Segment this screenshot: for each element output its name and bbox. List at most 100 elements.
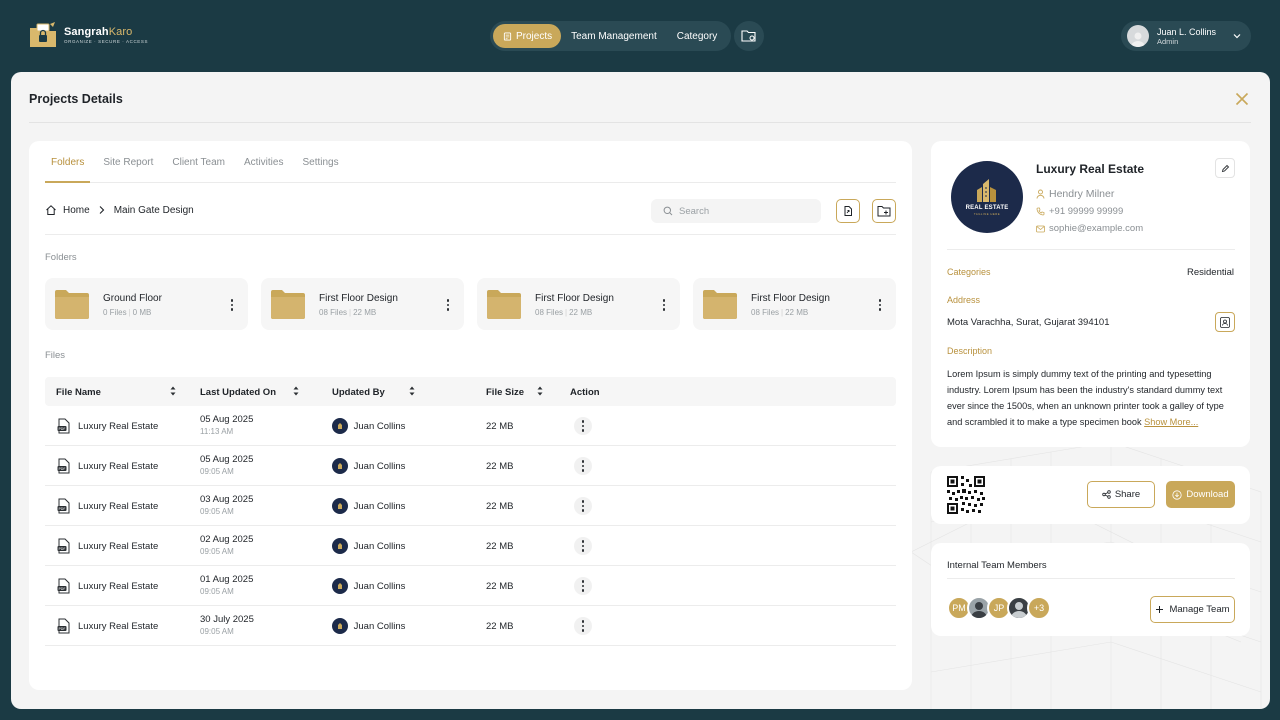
building-icon	[338, 463, 342, 469]
table-row[interactable]: PDF Luxury Real Estate 01 Aug 2025 09:05 …	[45, 566, 896, 606]
table-row[interactable]: PDF Luxury Real Estate 05 Aug 2025 09:05 …	[45, 446, 896, 486]
folder-icon	[271, 290, 305, 319]
header-file-size[interactable]: File Size	[486, 387, 524, 398]
logo-subtext: TAGLINE HERE	[973, 212, 1001, 216]
pdf-icon: PDF	[57, 538, 70, 554]
mail-icon	[1036, 225, 1045, 232]
nav-item-category[interactable]: Category	[667, 24, 728, 48]
file-name: Luxury Real Estate	[78, 461, 159, 472]
row-actions-button[interactable]	[574, 457, 592, 475]
header-action: Action	[570, 387, 600, 398]
folder-card[interactable]: Ground Floor 0 Files | 0 MB	[45, 278, 248, 330]
close-icon[interactable]	[1235, 92, 1249, 106]
tab-site-report[interactable]: Site Report	[97, 157, 159, 183]
more-options-icon[interactable]	[230, 299, 234, 311]
row-actions-button[interactable]	[574, 497, 592, 515]
app-logo[interactable]: SangrahKaro ORGANIZE · SECURE · ACCESS	[28, 20, 148, 50]
share-button[interactable]: Share	[1087, 481, 1155, 508]
tab-settings[interactable]: Settings	[296, 157, 344, 183]
more-options-icon[interactable]	[446, 299, 450, 311]
download-button[interactable]: Download	[1166, 481, 1235, 508]
sort-icon[interactable]	[537, 385, 543, 397]
top-navigation-bar: SangrahKaro ORGANIZE · SECURE · ACCESS P…	[0, 0, 1280, 72]
building-icon	[338, 503, 342, 509]
tab-folders[interactable]: Folders	[45, 157, 91, 183]
updated-date: 05 Aug 2025 09:05 AM	[200, 454, 253, 476]
user-icon	[1036, 189, 1045, 199]
more-options-icon	[581, 540, 585, 552]
project-details-modal: Projects Details Folders Site Report Cli…	[11, 72, 1270, 709]
table-row[interactable]: PDF Luxury Real Estate 05 Aug 2025 11:13 …	[45, 406, 896, 446]
qr-code-icon[interactable]	[947, 476, 985, 514]
more-options-icon	[581, 460, 585, 472]
more-members-badge: +3	[1027, 596, 1051, 620]
sort-icon[interactable]	[170, 385, 176, 397]
header-file-name[interactable]: File Name	[56, 387, 101, 398]
logo-icon	[30, 22, 56, 47]
updated-by-name: Juan Collins	[353, 500, 406, 512]
file-size: 22 MB	[486, 621, 514, 632]
location-button[interactable]	[1215, 312, 1235, 332]
user-menu[interactable]: Juan L. Collins Admin	[1121, 21, 1251, 51]
map-pin-icon	[1220, 316, 1230, 328]
avatar	[332, 418, 348, 434]
updated-by-name: Juan Collins	[353, 580, 406, 592]
table-row[interactable]: PDF Luxury Real Estate 03 Aug 2025 09:05 …	[45, 486, 896, 526]
row-actions-button[interactable]	[574, 577, 592, 595]
tab-activities[interactable]: Activities	[238, 157, 289, 183]
add-folder-button[interactable]	[872, 199, 896, 223]
svg-text:PDF: PDF	[59, 507, 66, 511]
building-icon	[338, 583, 342, 589]
home-icon[interactable]	[45, 204, 57, 216]
search-placeholder: Search	[679, 205, 710, 217]
phone-number: +91 99999 99999	[1049, 206, 1124, 217]
edit-button[interactable]	[1215, 158, 1235, 178]
folder-settings-button[interactable]	[734, 21, 764, 51]
upload-file-button[interactable]	[836, 199, 860, 223]
divider	[45, 234, 896, 235]
categories-label: Categories	[947, 267, 991, 277]
row-actions-button[interactable]	[574, 537, 592, 555]
manage-team-button[interactable]: Manage Team	[1150, 596, 1235, 623]
breadcrumb-home[interactable]: Home	[63, 205, 90, 216]
table-row[interactable]: PDF Luxury Real Estate 30 July 2025 09:05…	[45, 606, 896, 646]
nav-item-projects[interactable]: Projects	[493, 24, 562, 48]
breadcrumb-current: Main Gate Design	[113, 204, 194, 216]
pdf-icon: PDF	[57, 578, 70, 594]
email-address: sophie@example.com	[1049, 223, 1144, 234]
show-more-link[interactable]: Show More...	[1144, 417, 1198, 427]
date-text: 05 Aug 2025	[200, 414, 254, 425]
building-icon	[977, 179, 996, 202]
team-title: Internal Team Members	[947, 560, 1047, 571]
folder-name: First Floor Design	[319, 293, 398, 304]
nav-item-team-management[interactable]: Team Management	[561, 24, 667, 48]
folder-size: 22 MB	[353, 308, 377, 317]
table-row[interactable]: PDF Luxury Real Estate 02 Aug 2025 09:05 …	[45, 526, 896, 566]
folders-section-label: Folders	[45, 252, 77, 263]
folder-card[interactable]: First Floor Design 08 Files | 22 MB	[477, 278, 680, 330]
more-options-icon[interactable]	[878, 299, 882, 311]
folder-card[interactable]: First Floor Design 08 Files | 22 MB	[693, 278, 896, 330]
sort-icon[interactable]	[409, 385, 415, 397]
sort-icon[interactable]	[293, 385, 299, 397]
header-updated-by[interactable]: Updated By	[332, 387, 385, 398]
time-text: 11:13 AM	[200, 427, 234, 436]
share-icon	[1102, 490, 1111, 499]
more-options-icon[interactable]	[662, 299, 666, 311]
more-options-icon	[581, 500, 585, 512]
file-name: Luxury Real Estate	[78, 581, 159, 592]
header-last-updated[interactable]: Last Updated On	[200, 387, 276, 398]
tab-bar: Folders Site Report Client Team Activiti…	[45, 157, 896, 183]
tab-client-team[interactable]: Client Team	[166, 157, 231, 183]
chevron-right-icon	[99, 206, 104, 214]
team-avatars[interactable]: PM JP +3	[947, 596, 1051, 620]
folder-card[interactable]: First Floor Design 08 Files | 22 MB	[261, 278, 464, 330]
search-input[interactable]: Search	[651, 199, 821, 223]
updated-by-name: Juan Collins	[353, 620, 406, 632]
row-actions-button[interactable]	[574, 617, 592, 635]
nav-item-label: Team Management	[571, 30, 657, 42]
folder-files: 0 Files	[103, 308, 127, 317]
folder-meta: 08 Files | 22 MB	[319, 308, 377, 317]
row-actions-button[interactable]	[574, 417, 592, 435]
logo-text: SangrahKaro ORGANIZE · SECURE · ACCESS	[64, 26, 148, 44]
